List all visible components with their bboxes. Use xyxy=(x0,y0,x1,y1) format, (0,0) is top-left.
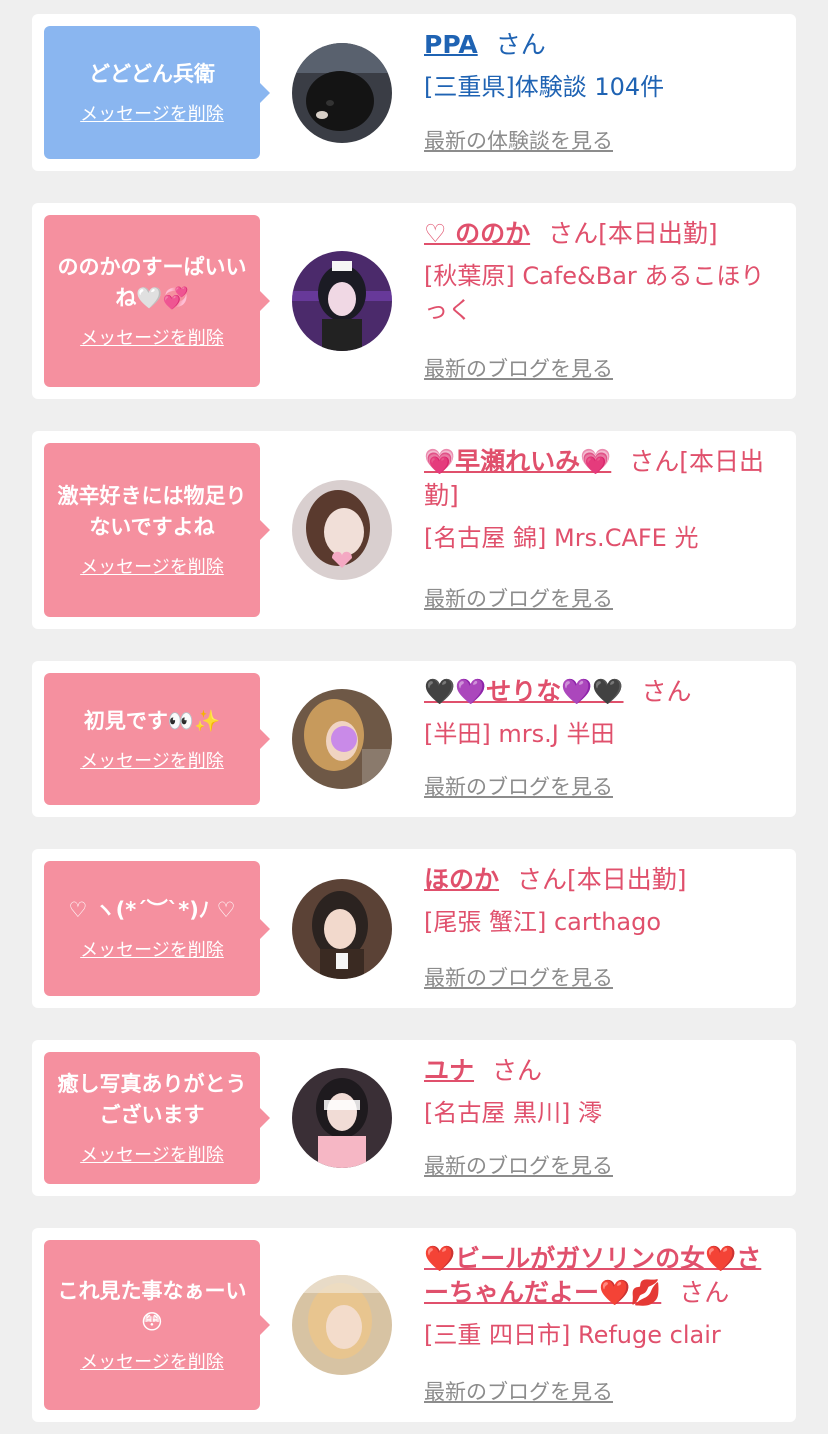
girl-avatar-photo-icon xyxy=(292,251,392,351)
sender-info: 🖤💜せりな💜🖤 さん [半田] mrs.J 半田 最新のブログを見る xyxy=(424,675,782,805)
sender-info: ほのか さん[本日出勤] [尾張 蟹江] carthago 最新のブログを見る xyxy=(424,863,782,996)
delete-message-link[interactable]: メッセージを削除 xyxy=(80,936,224,962)
latest-post-link[interactable]: 最新のブログを見る xyxy=(424,1150,613,1180)
shop-info: [名古屋 錦] Mrs.CAFE 光 xyxy=(424,524,699,552)
sender-name-line: ほのか さん[本日出勤] xyxy=(424,863,782,897)
avatar[interactable] xyxy=(292,878,392,979)
message-card: 初見です👀✨ メッセージを削除 🖤💜せりな💜🖤 さん [半田] mrs.J 半田 … xyxy=(32,661,796,817)
avatar[interactable] xyxy=(292,1275,392,1375)
shop-info: [尾張 蟹江] carthago xyxy=(424,908,661,936)
honorific: さん xyxy=(548,219,599,248)
attendance-badge: [本日出勤] xyxy=(598,219,718,248)
message-text: 激辛好きには物足りないですよね xyxy=(57,484,247,539)
sender-name-line: 💗早瀬れいみ💗 さん[本日出勤] xyxy=(424,445,782,513)
girl-avatar-photo-icon xyxy=(292,1275,392,1375)
delete-message-link[interactable]: メッセージを削除 xyxy=(80,1141,224,1167)
girl-avatar-photo-icon xyxy=(292,1068,392,1168)
latest-post-link[interactable]: 最新の体験談を見る xyxy=(424,125,613,155)
sender-name-link[interactable]: ♡ ののか xyxy=(424,219,530,248)
sender-info: ユナ さん [名古屋 黒川] 澪 最新のブログを見る xyxy=(424,1054,782,1184)
honorific: さん xyxy=(629,447,680,476)
sender-name-line: PPA さん xyxy=(424,28,782,62)
message-bubble: 癒し写真ありがとうございます メッセージを削除 xyxy=(44,1052,270,1184)
shop-info: [半田] mrs.J 半田 xyxy=(424,720,615,748)
girl-avatar-photo-icon xyxy=(292,480,392,580)
sender-info: PPA さん [三重県]体験談 104件 最新の体験談を見る xyxy=(424,28,782,159)
honorific: さん xyxy=(517,865,568,894)
sender-info: ♡ ののか さん[本日出勤] [秋葉原] Cafe&Bar あるこほりっく 最新の… xyxy=(424,217,782,387)
delete-message-link[interactable]: メッセージを削除 xyxy=(80,1348,224,1374)
message-card: どどどん兵衛 メッセージを削除 PPA さん [三重県]体験談 104件 最新の体… xyxy=(32,14,796,171)
sender-info: ❤️ビールがガソリンの女❤️さーちゃんだよー❤️💋 さん [三重 四日市] Ref… xyxy=(424,1242,782,1410)
latest-post-link[interactable]: 最新のブログを見る xyxy=(424,962,613,992)
message-card: ののかのすーぱいいね🤍💞 メッセージを削除 ♡ ののか さん[本日出勤] [秋葉原… xyxy=(32,203,796,399)
avatar[interactable] xyxy=(292,480,392,580)
honorific: さん xyxy=(641,677,692,706)
message-bubble: 激辛好きには物足りないですよね メッセージを削除 xyxy=(44,443,270,617)
sender-name-link[interactable]: PPA xyxy=(424,30,478,59)
message-list: どどどん兵衛 メッセージを削除 PPA さん [三重県]体験談 104件 最新の体… xyxy=(0,0,828,1434)
shop-info: [三重県]体験談 104件 xyxy=(424,73,665,101)
delete-message-link[interactable]: メッセージを削除 xyxy=(80,553,224,579)
avatar[interactable] xyxy=(292,1068,392,1168)
avatar[interactable] xyxy=(292,689,392,789)
message-card: 癒し写真ありがとうございます メッセージを削除 ユナ さん [名古屋 黒川] 澪 … xyxy=(32,1040,796,1196)
latest-post-link[interactable]: 最新のブログを見る xyxy=(424,353,613,383)
latest-post-link[interactable]: 最新のブログを見る xyxy=(424,1376,613,1406)
message-card: 激辛好きには物足りないですよね メッセージを削除 💗早瀬れいみ💗 さん[本日出勤]… xyxy=(32,431,796,629)
shop-info: [秋葉原] Cafe&Bar あるこほりっく xyxy=(424,262,765,324)
girl-avatar-photo-icon xyxy=(292,689,392,789)
shop-info: [三重 四日市] Refuge clair xyxy=(424,1321,721,1349)
message-bubble: ののかのすーぱいいね🤍💞 メッセージを削除 xyxy=(44,215,270,387)
avatar[interactable] xyxy=(292,42,392,143)
dog-avatar-photo-icon xyxy=(292,42,392,143)
sender-name-link[interactable]: ユナ xyxy=(424,1056,474,1085)
honorific: さん xyxy=(495,30,546,59)
message-card: これ見た事なぁーい😳 メッセージを削除 ❤️ビールがガソリンの女❤️さーちゃんだ… xyxy=(32,1228,796,1422)
message-text: ののかのすーぱいいね🤍💞 xyxy=(57,255,247,310)
latest-post-link[interactable]: 最新のブログを見る xyxy=(424,583,613,613)
message-text: 初見です👀✨ xyxy=(83,708,221,733)
sender-name-link[interactable]: 🖤💜せりな💜🖤 xyxy=(424,677,624,706)
message-text: 癒し写真ありがとうございます xyxy=(57,1072,247,1127)
sender-name-link[interactable]: 💗早瀬れいみ💗 xyxy=(424,447,611,476)
message-bubble: これ見た事なぁーい😳 メッセージを削除 xyxy=(44,1240,270,1410)
delete-message-link[interactable]: メッセージを削除 xyxy=(80,324,224,350)
sender-name-line: ♡ ののか さん[本日出勤] xyxy=(424,217,782,251)
message-bubble: どどどん兵衛 メッセージを削除 xyxy=(44,26,270,159)
honorific: さん xyxy=(492,1056,543,1085)
delete-message-link[interactable]: メッセージを削除 xyxy=(80,747,224,773)
message-bubble: ♡ ヽ(*´︶`*)ﾉ ♡ メッセージを削除 xyxy=(44,861,270,996)
message-text: ♡ ヽ(*´︶`*)ﾉ ♡ xyxy=(68,898,236,922)
sender-name-line: ユナ さん xyxy=(424,1054,782,1088)
message-bubble: 初見です👀✨ メッセージを削除 xyxy=(44,673,270,805)
delete-message-link[interactable]: メッセージを削除 xyxy=(80,100,224,126)
sender-name-link[interactable]: ほのか xyxy=(424,865,499,894)
honorific: さん xyxy=(679,1278,730,1307)
sender-name-line: ❤️ビールがガソリンの女❤️さーちゃんだよー❤️💋 さん xyxy=(424,1242,782,1310)
sender-name-line: 🖤💜せりな💜🖤 さん xyxy=(424,675,782,709)
sender-info: 💗早瀬れいみ💗 さん[本日出勤] [名古屋 錦] Mrs.CAFE 光 最新のブロ… xyxy=(424,445,782,617)
message-card: ♡ ヽ(*´︶`*)ﾉ ♡ メッセージを削除 ほのか さん[本日出勤] [尾張 蟹… xyxy=(32,849,796,1008)
latest-post-link[interactable]: 最新のブログを見る xyxy=(424,771,613,801)
message-text: どどどん兵衛 xyxy=(89,62,215,86)
girl-avatar-photo-icon xyxy=(292,878,392,979)
message-text: これ見た事なぁーい😳 xyxy=(57,1279,247,1334)
avatar[interactable] xyxy=(292,251,392,351)
shop-info: [名古屋 黒川] 澪 xyxy=(424,1099,602,1127)
attendance-badge: [本日出勤] xyxy=(567,865,687,894)
